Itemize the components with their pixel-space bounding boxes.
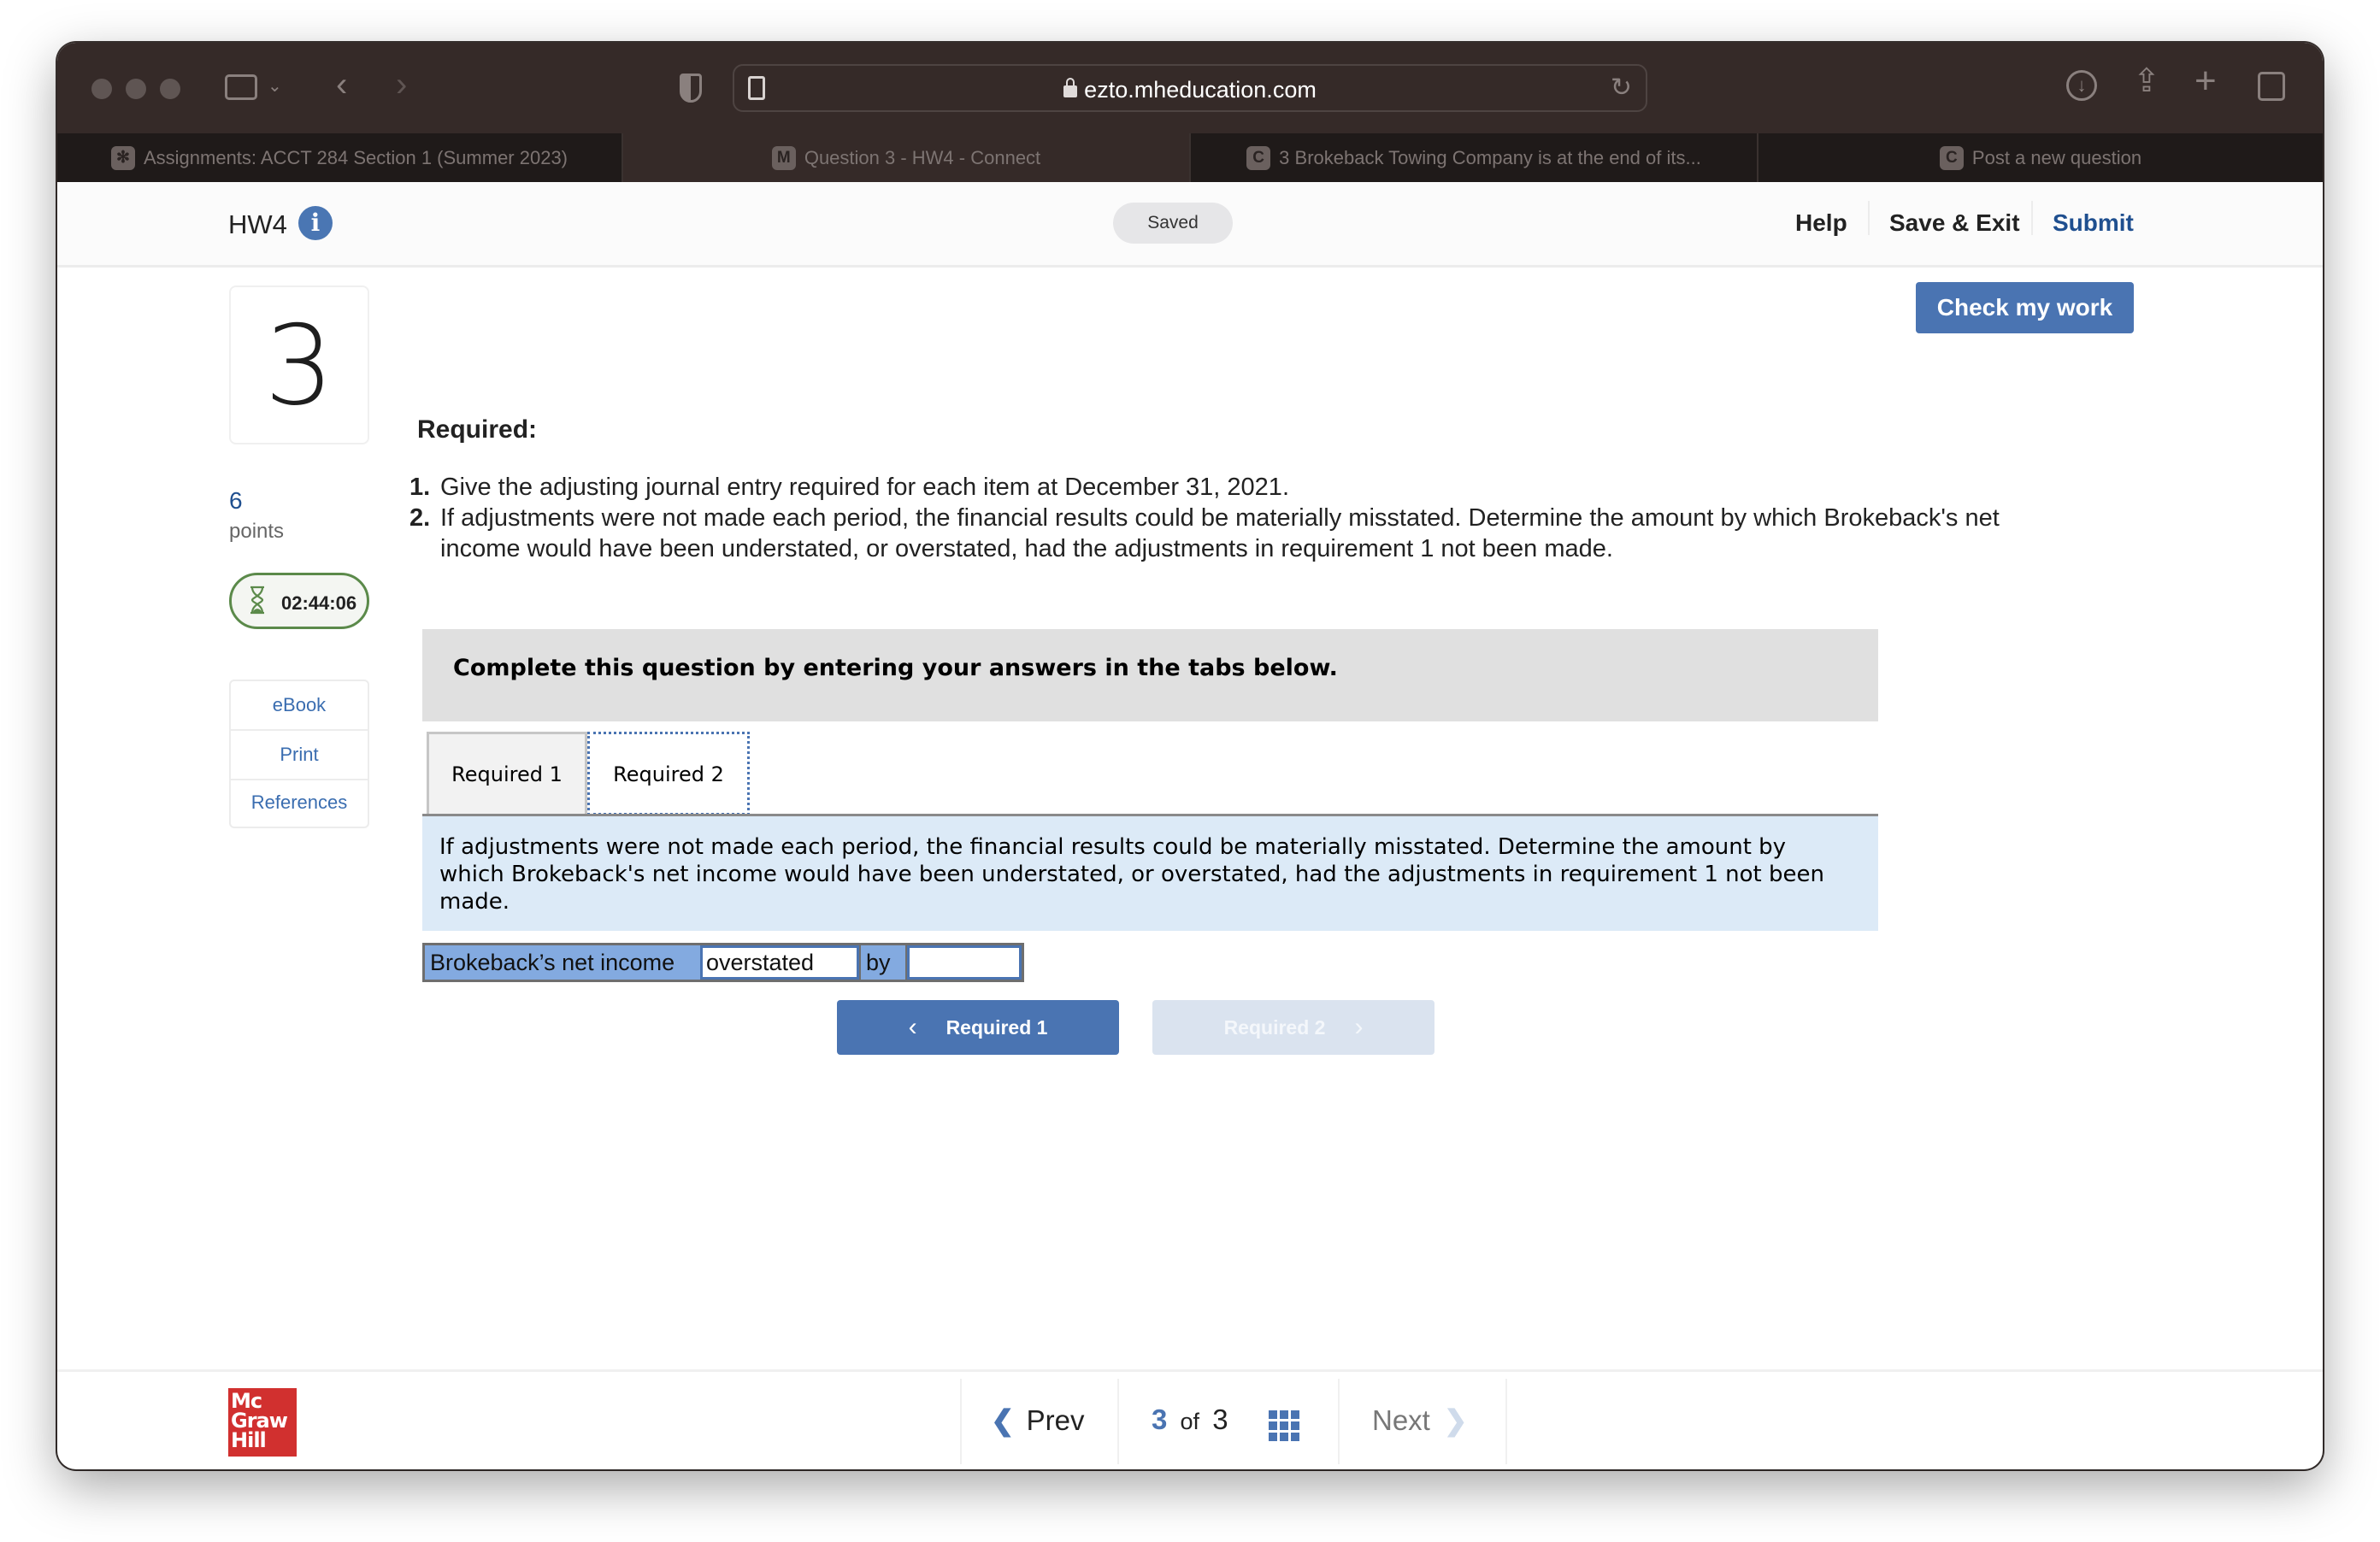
- download-icon[interactable]: ↓: [2066, 70, 2097, 101]
- chevron-left-icon: ❮: [991, 1404, 1015, 1436]
- next-question-button[interactable]: Next ❯: [1372, 1404, 1468, 1437]
- requirements-list: 1. Give the adjusting journal entry requ…: [409, 472, 2034, 564]
- by-label: by: [861, 945, 905, 980]
- chegg-favicon-icon: C: [1246, 145, 1271, 170]
- canvas-icon: ✻: [110, 145, 135, 170]
- question-prompt-box: If adjustments were not made each period…: [422, 816, 1878, 931]
- browser-tab-active[interactable]: M Question 3 - HW4 - Connect: [623, 133, 1191, 182]
- maximize-window-button[interactable]: [160, 79, 180, 99]
- back-icon[interactable]: ‹: [336, 68, 347, 102]
- submit-link[interactable]: Submit: [2053, 209, 2134, 237]
- net-income-label: Brokeback’s net income: [425, 945, 700, 980]
- tab-required-2[interactable]: Required 2: [587, 732, 750, 815]
- divider: [1338, 1379, 1340, 1464]
- requirement-item: 1. Give the adjusting journal entry requ…: [409, 474, 1289, 501]
- connect-favicon-icon: M: [771, 145, 796, 170]
- browser-tab[interactable]: C 3 Brokeback Towing Company is at the e…: [1191, 133, 1758, 182]
- saved-status-badge: Saved: [1113, 203, 1233, 244]
- help-link[interactable]: Help: [1795, 209, 1847, 237]
- references-link[interactable]: References: [231, 780, 368, 827]
- print-link[interactable]: Print: [231, 731, 368, 780]
- reload-icon[interactable]: ↻: [1611, 74, 1632, 103]
- tab-overview-icon[interactable]: [2258, 72, 2285, 101]
- requirement-item: 2. If adjustments were not made each per…: [409, 504, 2000, 562]
- answer-row: Brokeback’s net income by: [422, 943, 1024, 982]
- close-window-button[interactable]: [91, 79, 112, 99]
- divider: [2031, 201, 2033, 235]
- previous-requirement-button[interactable]: ‹ Required 1: [837, 1000, 1119, 1055]
- url-text[interactable]: ezto.mheducation.com: [734, 77, 1646, 103]
- save-exit-link[interactable]: Save & Exit: [1889, 209, 2020, 237]
- new-tab-icon[interactable]: +: [2194, 62, 2217, 100]
- chevron-right-icon: ❯: [1443, 1404, 1468, 1436]
- address-bar[interactable]: ezto.mheducation.com ↻: [733, 64, 1647, 112]
- divider: [960, 1379, 962, 1464]
- share-icon[interactable]: ⇪: [2133, 65, 2160, 97]
- question-number-box: 3: [229, 285, 369, 444]
- instructions-banner: Complete this question by entering your …: [422, 629, 1878, 721]
- direction-dropdown-input[interactable]: [700, 945, 859, 980]
- chevron-down-icon[interactable]: ⌄: [268, 72, 282, 101]
- question-grid-icon[interactable]: [1269, 1410, 1299, 1441]
- forward-icon[interactable]: ›: [396, 68, 407, 102]
- divider: [1868, 201, 1870, 235]
- browser-tab[interactable]: C Post a new question: [1758, 133, 2323, 182]
- mcgraw-hill-logo: Mc Graw Hill: [228, 1388, 297, 1457]
- browser-toolbar: ⌄ ‹ › ezto.mheducation.com ↻ ↓ ⇪ +: [57, 43, 2323, 133]
- prev-question-button[interactable]: ❮ Prev: [991, 1404, 1085, 1437]
- privacy-shield-icon[interactable]: [680, 74, 702, 103]
- points-value: 6: [229, 487, 243, 514]
- minimize-window-button[interactable]: [126, 79, 146, 99]
- sidebar-toggle-icon[interactable]: [225, 74, 257, 100]
- assignment-title: HW4: [228, 209, 287, 239]
- lock-icon: [1063, 78, 1078, 97]
- timer-badge: 02:44:06: [229, 573, 369, 629]
- divider: [1117, 1379, 1119, 1464]
- required-heading: Required:: [417, 415, 538, 444]
- browser-tab-bar: ✻ Assignments: ACCT 284 Section 1 (Summe…: [57, 133, 2323, 182]
- chevron-left-icon: ‹: [908, 1013, 917, 1041]
- timer-text: 02:44:06: [281, 592, 357, 614]
- info-icon[interactable]: i: [298, 206, 333, 240]
- browser-tab[interactable]: ✻ Assignments: ACCT 284 Section 1 (Summe…: [57, 133, 623, 182]
- footer-divider: [57, 1369, 2323, 1372]
- check-my-work-button[interactable]: Check my work: [1916, 282, 2134, 333]
- browser-window: ⌄ ‹ › ezto.mheducation.com ↻ ↓ ⇪ + ✻ Ass…: [57, 43, 2323, 1469]
- question-number: 3: [264, 303, 334, 430]
- hourglass-icon: [250, 586, 264, 615]
- points-label: points: [229, 520, 285, 543]
- divider: [1505, 1379, 1507, 1464]
- amount-input[interactable]: [907, 945, 1022, 980]
- tab-required-1[interactable]: Required 1: [427, 732, 587, 815]
- chegg-favicon-icon: C: [1939, 145, 1964, 170]
- next-requirement-button[interactable]: Required 2 ›: [1152, 1000, 1434, 1055]
- ebook-link[interactable]: eBook: [231, 681, 368, 731]
- assignment-header: HW4 i Saved Help Save & Exit Submit: [57, 182, 2323, 268]
- resource-links: eBook Print References: [229, 680, 369, 828]
- question-counter: 3 of 3: [1152, 1404, 1228, 1435]
- chevron-right-icon: ›: [1354, 1013, 1364, 1041]
